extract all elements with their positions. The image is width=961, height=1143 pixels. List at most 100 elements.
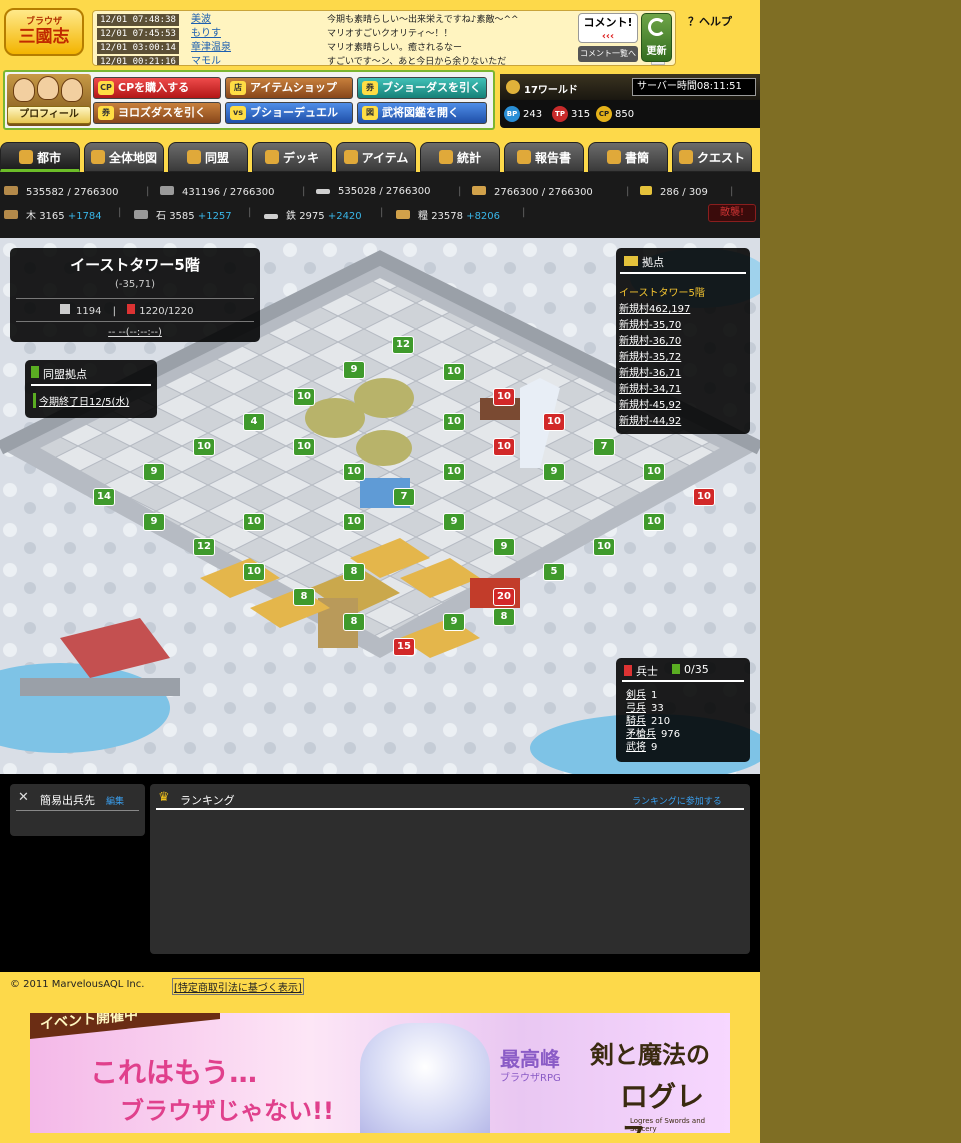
banner-subtitle-2: ブラウザRPG — [500, 1073, 561, 1084]
base-link[interactable]: 新規村462,197 — [619, 300, 690, 315]
base-link[interactable]: 新規村-36,71 — [619, 364, 681, 379]
soldier-count: 976 — [661, 729, 681, 740]
base-list-title: 拠点 — [642, 256, 664, 269]
yorozu-das-button[interactable]: 券 ヨロズダスを引く — [93, 102, 221, 124]
tab-world-map[interactable]: 全体地図 — [84, 142, 164, 172]
building-level-badge[interactable]: 8 — [293, 588, 315, 606]
scroll-icon — [516, 150, 531, 164]
profile-button[interactable]: プロフィール — [7, 106, 91, 124]
base-link[interactable]: 新規村-34,71 — [619, 380, 681, 395]
buy-cp-button[interactable]: CP CPを購入する — [93, 77, 221, 99]
building-level-badge[interactable]: 9 — [343, 361, 365, 379]
tab-statistics[interactable]: 統計 — [420, 142, 500, 172]
building-level-badge[interactable]: 8 — [343, 613, 365, 631]
item-shop-button[interactable]: 店 アイテムショップ — [225, 77, 353, 99]
building-level-badge[interactable]: 9 — [543, 463, 565, 481]
building-level-badge[interactable]: 10 — [693, 488, 715, 506]
building-level-badge[interactable]: 10 — [643, 463, 665, 481]
building-level-badge[interactable]: 9 — [443, 513, 465, 531]
building-level-badge[interactable]: 4 — [243, 413, 265, 431]
game-logo[interactable]: ブラウザ 三國志 — [4, 8, 84, 56]
alliance-term-end-link[interactable]: 今期終了日12/5(水) — [33, 393, 129, 408]
base-link[interactable]: 新規村-35,72 — [619, 348, 681, 363]
feed-user-link[interactable]: マモル — [191, 55, 221, 65]
building-level-badge[interactable]: 10 — [443, 463, 465, 481]
tab-items[interactable]: アイテム — [336, 142, 416, 172]
building-level-badge[interactable]: 8 — [493, 608, 515, 626]
event-banner[interactable]: イベント開催中 これはもう… ブラウザじゃない!! 最高峰 ブラウザRPG 剣と… — [30, 1013, 730, 1133]
base-link[interactable]: 新規村-45,92 — [619, 396, 681, 411]
building-level-badge[interactable]: 10 — [493, 438, 515, 456]
building-level-badge[interactable]: 10 — [643, 513, 665, 531]
feed-user-link[interactable]: 章津温泉 — [191, 41, 231, 55]
building-level-badge[interactable]: 12 — [392, 336, 414, 354]
tab-reports[interactable]: 報告書 — [504, 142, 584, 172]
building-level-badge[interactable]: 12 — [193, 538, 215, 556]
general-face-icon — [13, 78, 35, 102]
tab-deck[interactable]: デッキ — [252, 142, 332, 172]
building-level-badge[interactable]: 10 — [593, 538, 615, 556]
building-level-badge[interactable]: 7 — [593, 438, 615, 456]
building-level-badge[interactable]: 14 — [93, 488, 115, 506]
iron-icon — [264, 214, 278, 219]
building-level-badge[interactable]: 9 — [443, 613, 465, 631]
city-map[interactable]: 12 9 10 10 10 4 10 10 10 10 10 7 10 9 10 10 9 10 14 7 10 9 10 9… — [0, 238, 760, 774]
city-info-panel: イーストタワー5階 (-35,71) 1194 | 1220/1220 -- -… — [10, 248, 260, 342]
busho-das-button[interactable]: 券 ブショーダスを引く — [357, 77, 487, 99]
food-capacity: 2766300 / 2766300 — [472, 186, 593, 198]
building-level-badge[interactable]: 10 — [293, 388, 315, 406]
building-level-badge[interactable]: 9 — [143, 513, 165, 531]
general-encyclopedia-button[interactable]: 図 武将図鑑を開く — [357, 102, 487, 124]
building-level-badge[interactable]: 9 — [143, 463, 165, 481]
stone-production: 石 3585 +1257 — [134, 207, 232, 222]
versus-icon: vs — [230, 106, 246, 120]
comment-button[interactable]: コメント! ‹‹‹ — [578, 13, 638, 43]
city-soldier-count: 1220/1220 — [139, 306, 194, 317]
building-level-badge[interactable]: 10 — [343, 463, 365, 481]
building-level-badge[interactable]: 10 — [493, 388, 515, 406]
quick-send-edit-link[interactable]: 編集 — [106, 794, 124, 807]
building-level-badge[interactable]: 10 — [443, 363, 465, 381]
flag-icon — [186, 150, 201, 164]
cp-icon: CP — [98, 81, 114, 95]
ranking-join-link[interactable]: ランキングに参加する — [632, 794, 722, 807]
building-level-badge[interactable]: 10 — [343, 513, 365, 531]
ranking-panel: ♛ ランキング ランキングに参加する — [150, 784, 750, 954]
base-link[interactable]: 新規村-44,92 — [619, 412, 681, 427]
base-link[interactable]: 新規村-36,70 — [619, 332, 681, 347]
comment-list-button[interactable]: コメント一覧へ — [578, 46, 638, 62]
building-level-badge[interactable]: 5 — [543, 563, 565, 581]
refresh-button[interactable]: 更新 — [641, 13, 672, 62]
soldier-type-link[interactable]: 武将 — [626, 742, 646, 753]
building-level-badge[interactable]: 9 — [493, 538, 515, 556]
building-level-badge[interactable]: 10 — [443, 413, 465, 431]
wood-icon — [4, 186, 18, 195]
tab-letters[interactable]: 書簡 — [588, 142, 668, 172]
building-level-badge[interactable]: 15 — [393, 638, 415, 656]
building-level-badge[interactable]: 20 — [493, 588, 515, 606]
building-level-badge[interactable]: 8 — [343, 563, 365, 581]
building-level-badge[interactable]: 10 — [293, 438, 315, 456]
city-timer[interactable]: -- --(--:--:--) — [10, 327, 260, 338]
feed-user-link[interactable]: 美波 — [191, 13, 211, 27]
help-link[interactable]: ？ヘルプ — [688, 13, 732, 29]
busho-duel-button[interactable]: vs ブショーデュエル — [225, 102, 353, 124]
map-icon — [90, 150, 105, 164]
tab-alliance[interactable]: 同盟 — [168, 142, 248, 172]
building-level-badge[interactable]: 10 — [193, 438, 215, 456]
base-link[interactable]: 新規村-35,70 — [619, 316, 681, 331]
tab-city[interactable]: 都市 — [0, 142, 80, 172]
resource-amount: 23578 — [431, 211, 463, 222]
building-level-badge[interactable]: 10 — [243, 513, 265, 531]
buy-cp-label: CPを購入する — [118, 81, 190, 94]
wood-icon — [4, 210, 18, 219]
building-level-badge[interactable]: 10 — [243, 563, 265, 581]
building-level-badge[interactable]: 10 — [543, 413, 565, 431]
feed-row: 12/01 07:45:53 もりす マリオすごいクオリティ〜！！ — [97, 27, 567, 41]
enemy-attack-alert[interactable]: 敵襲! — [708, 204, 756, 222]
tab-quests[interactable]: クエスト — [672, 142, 752, 172]
legal-notice-link[interactable]: [特定商取引法に基づく表示] — [172, 978, 304, 995]
feed-user-link[interactable]: もりす — [191, 27, 221, 41]
building-level-badge[interactable]: 7 — [393, 488, 415, 506]
bp-icon: BP — [504, 106, 520, 122]
